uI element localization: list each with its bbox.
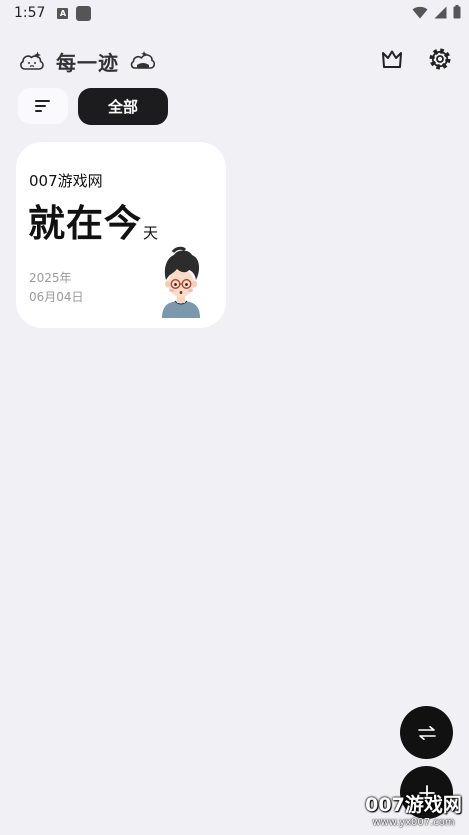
status-time: 1:57 <box>14 5 46 21</box>
sort-button[interactable] <box>18 88 68 124</box>
filter-row: 全部 <box>18 88 168 125</box>
event-card[interactable]: 007游戏网 就在今 天 2025年 06月04日 <box>16 142 226 328</box>
card-headline-suffix: 天 <box>143 224 159 242</box>
card-headline-main: 就在今 <box>28 202 142 245</box>
card-date: 06月04日 <box>29 290 84 304</box>
watermark-main: 007游戏网 <box>365 794 462 816</box>
sad-cloud-icon <box>20 51 44 70</box>
status-bar: 1:57 A <box>0 0 469 26</box>
sort-icon <box>35 100 50 112</box>
crown-icon[interactable] <box>380 48 404 70</box>
switch-arrows-icon <box>417 725 436 740</box>
app-header: 每一迹 <box>0 40 469 82</box>
happy-cloud-icon <box>130 51 156 69</box>
card-headline: 就在今 天 <box>28 202 158 246</box>
watermark: 007游戏网 www.yx007.com <box>358 790 469 835</box>
tab-all[interactable]: 全部 <box>78 88 168 125</box>
header-actions <box>380 47 452 71</box>
app-title: 每一迹 <box>56 50 119 75</box>
title-group: 每一迹 <box>18 47 157 76</box>
boy-with-glasses-avatar <box>162 246 200 318</box>
card-year: 2025年 <box>29 271 72 285</box>
battery-icon <box>453 5 461 19</box>
wifi-icon <box>412 6 428 18</box>
signal-icon <box>434 6 447 18</box>
watermark-sub: www.yx007.com <box>372 817 455 828</box>
gear-icon[interactable] <box>428 47 452 71</box>
notification-a-icon: A <box>57 7 69 19</box>
notification-app-icon <box>76 5 92 21</box>
status-notification-icons: A <box>57 5 92 21</box>
status-system-icons <box>412 5 461 19</box>
switch-view-button[interactable] <box>400 706 453 759</box>
card-source: 007游戏网 <box>29 172 103 190</box>
